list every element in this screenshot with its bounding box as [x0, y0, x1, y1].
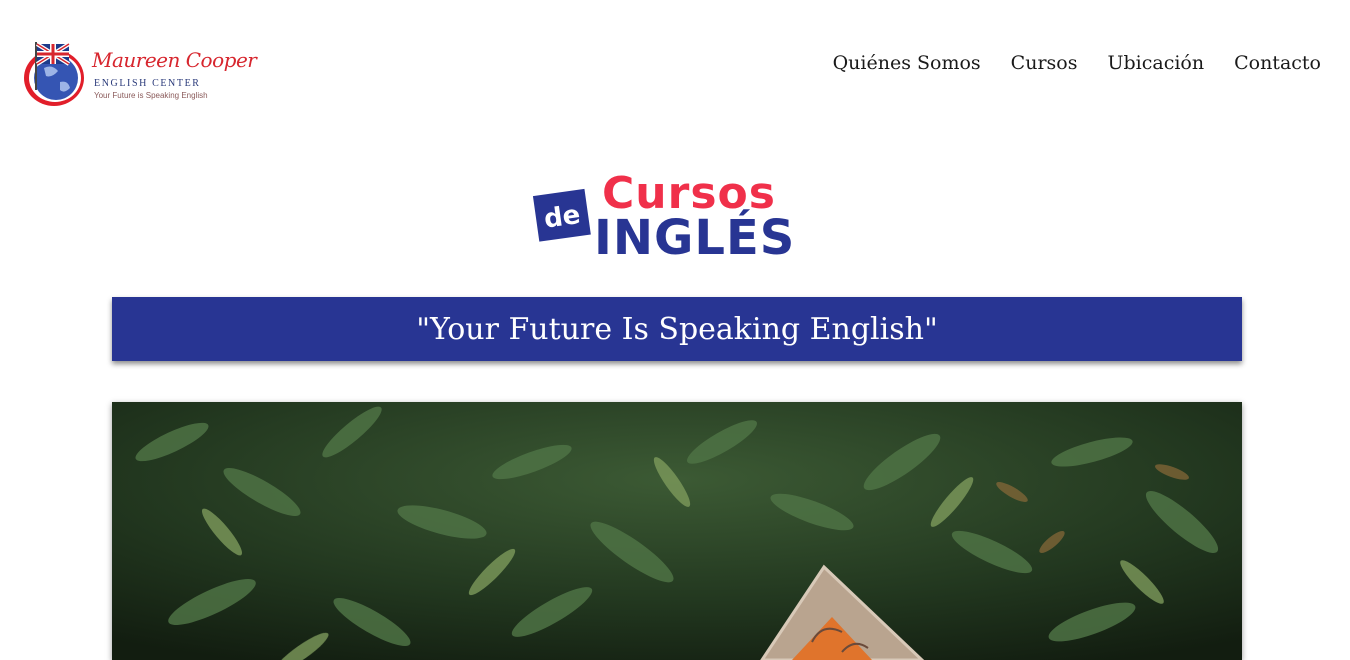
banner-text: "Your Future Is Speaking English" — [416, 311, 938, 347]
cursos-de-ingles-logo: Cursos de INGLÉS — [532, 170, 795, 260]
globe-flag-icon — [24, 42, 84, 106]
site-logo[interactable]: Maureen Cooper ENGLISH CENTER Your Futur… — [22, 38, 257, 110]
nav-item-ubicacion[interactable]: Ubicación — [1107, 52, 1204, 74]
logo-tagline: Your Future is Speaking English — [94, 91, 208, 100]
main-nav: Quiénes Somos Cursos Ubicación Contacto — [833, 52, 1321, 74]
hero-photo — [112, 402, 1242, 660]
heading-word-de: de — [542, 200, 582, 235]
nav-item-cursos[interactable]: Cursos — [1011, 52, 1078, 74]
foliage-photo-icon — [112, 402, 1242, 660]
nav-item-quienes-somos[interactable]: Quiénes Somos — [833, 52, 981, 74]
tagline-banner: "Your Future Is Speaking English" — [112, 297, 1242, 361]
logo-subtitle: ENGLISH CENTER — [94, 78, 201, 89]
heading-word-ingles: INGLÉS — [594, 209, 795, 260]
nav-item-contacto[interactable]: Contacto — [1234, 52, 1321, 74]
logo-name: Maureen Cooper — [92, 48, 257, 72]
site-header: Maureen Cooper ENGLISH CENTER Your Futur… — [0, 0, 1350, 132]
